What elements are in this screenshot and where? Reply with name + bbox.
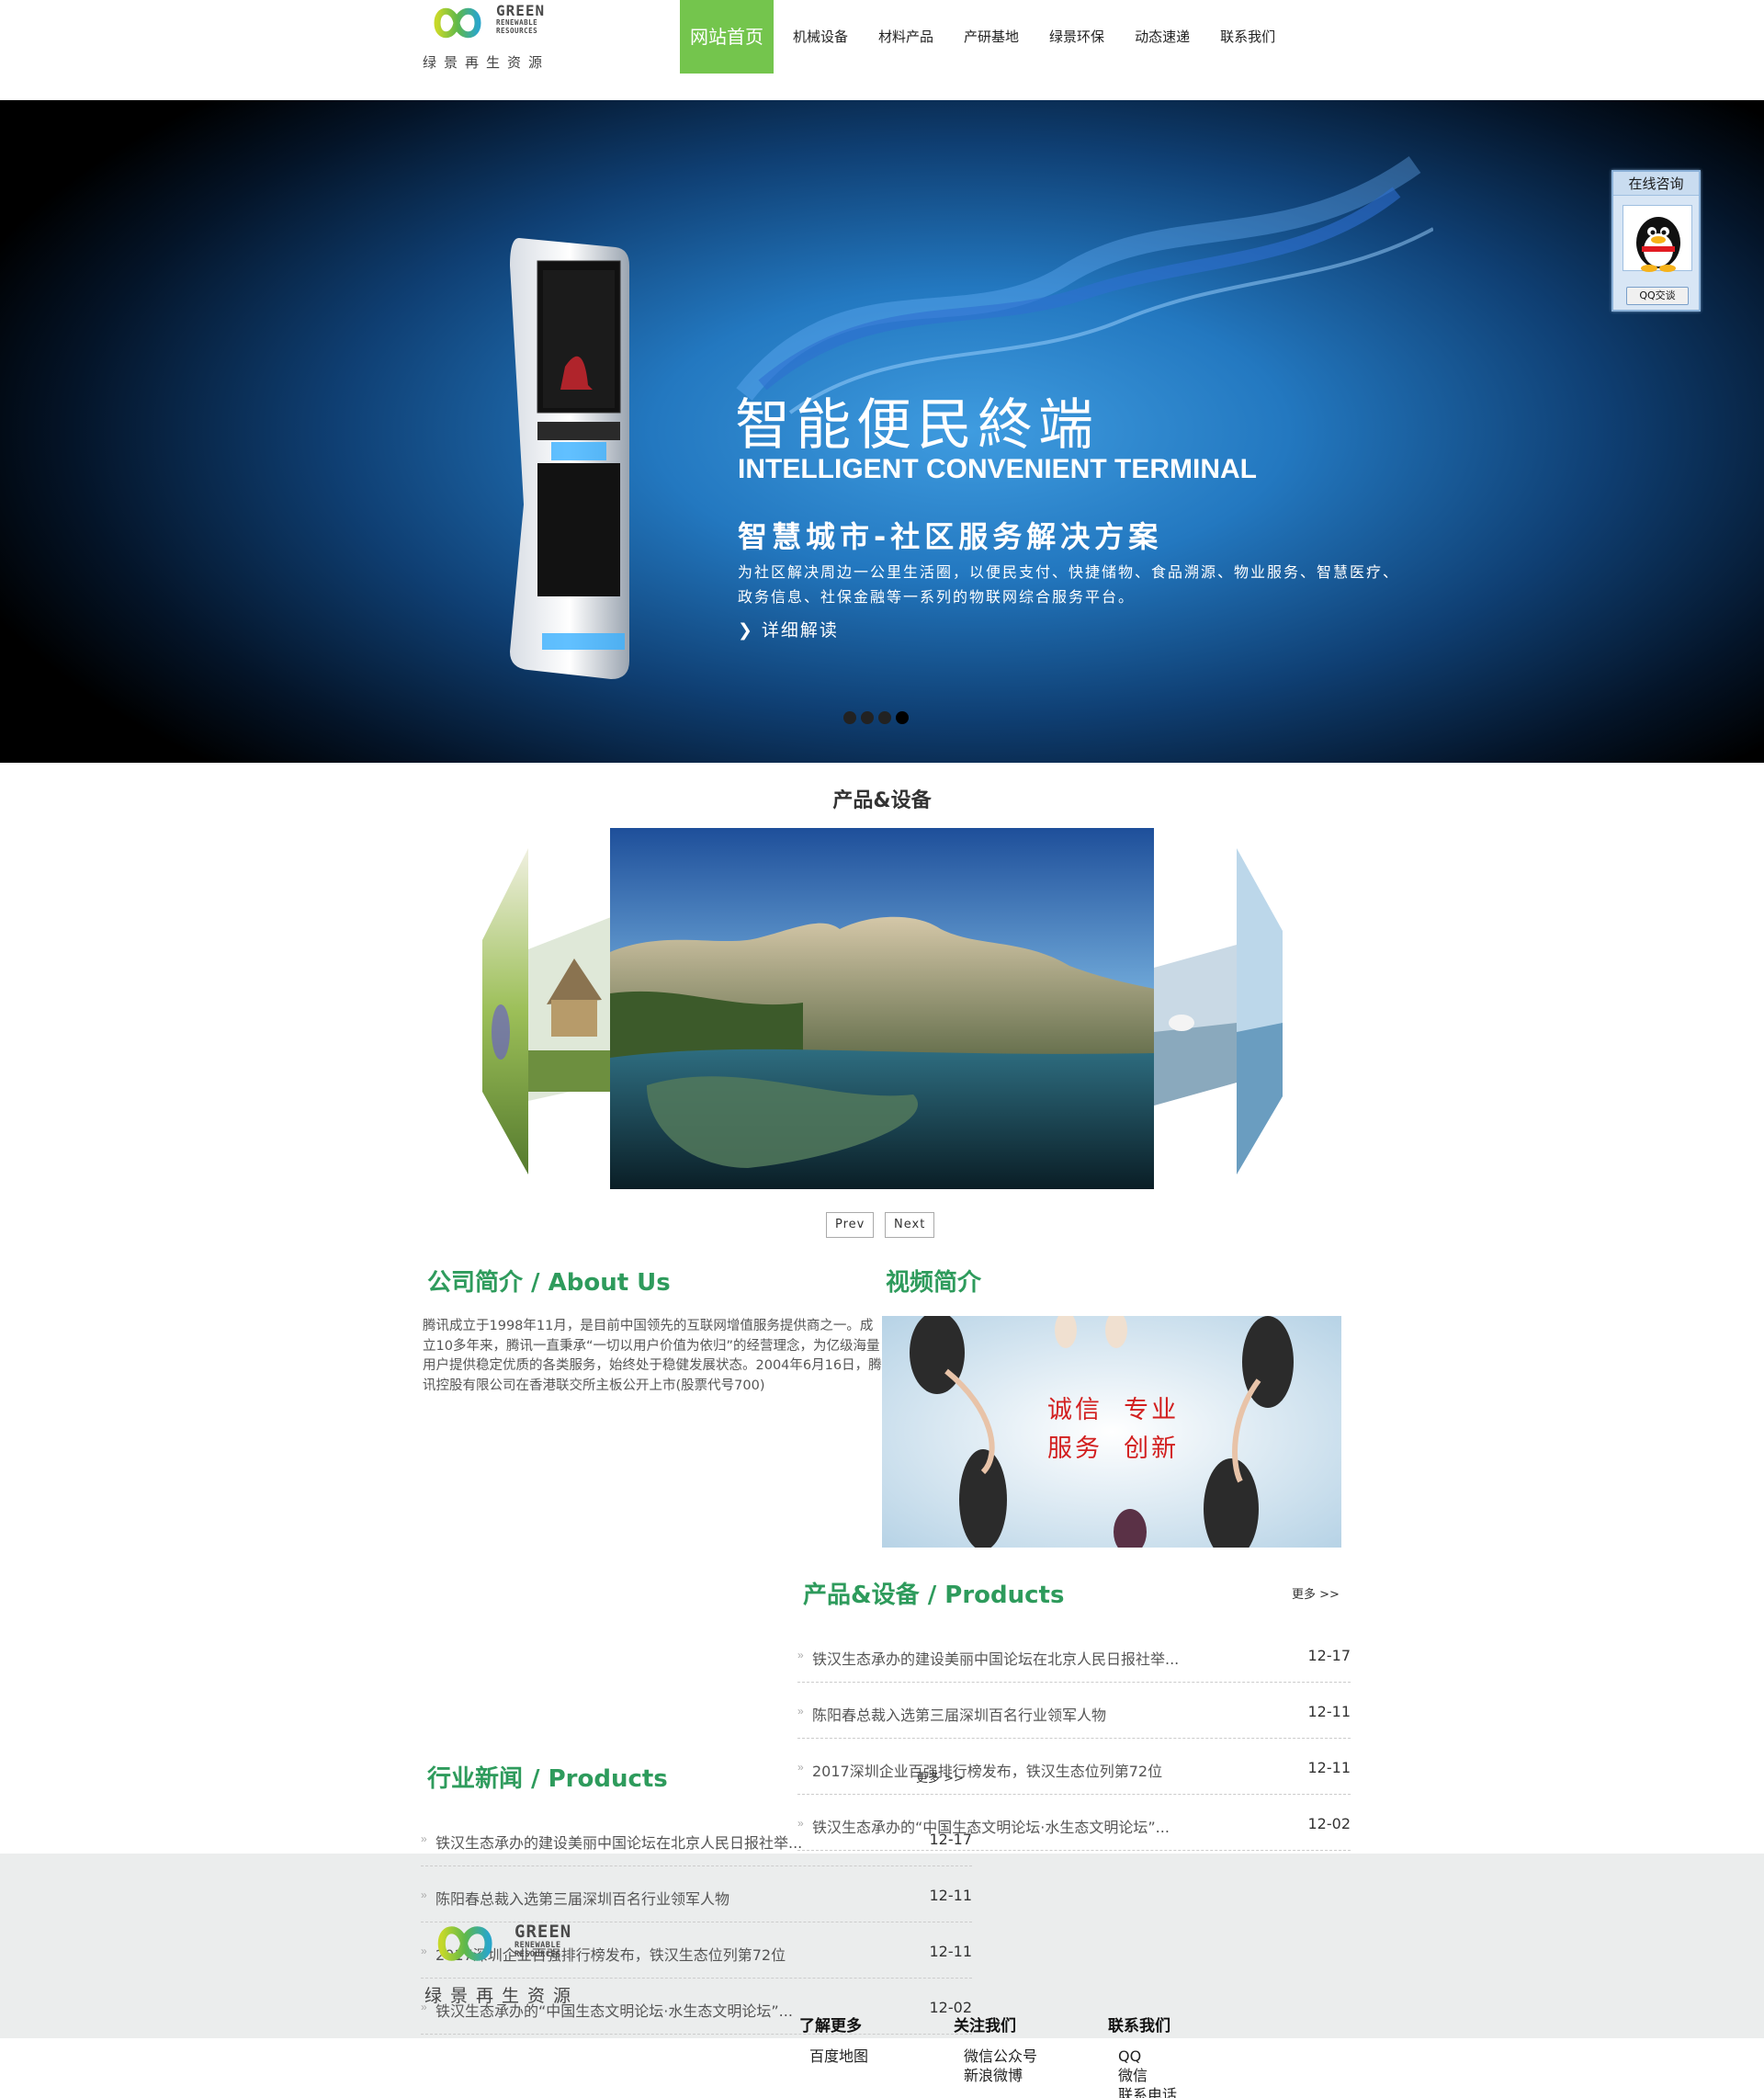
bullet-icon: » bbox=[797, 1649, 804, 1661]
products-more-link[interactable]: 更多 >> bbox=[1292, 1584, 1340, 1602]
news-title[interactable]: 陈阳春总裁入选第三届深圳百名行业领军人物 bbox=[812, 1703, 1106, 1725]
news-date: 12-11 bbox=[929, 1887, 973, 1904]
about-text: 腾讯成立于1998年11月，是目前中国领先的互联网增值服务提供商之一。成立10多… bbox=[423, 1319, 882, 1393]
logo-english-text: GREEN RENEWABLE RESOURCES bbox=[514, 1922, 572, 1959]
logo-english-text: GREEN RENEWABLE RESOURCES bbox=[496, 2, 546, 35]
footer-logo[interactable]: GREEN RENEWABLE RESOURCES 绿景再生资源 bbox=[423, 1916, 579, 2008]
nav-home[interactable]: 网站首页 bbox=[680, 0, 774, 74]
bullet-icon: » bbox=[421, 1832, 427, 1845]
news-date: 12-17 bbox=[929, 1831, 973, 1848]
nav-news[interactable]: 动态速递 bbox=[1124, 0, 1201, 74]
footer-link-wechat[interactable]: 微信 bbox=[1118, 2066, 1246, 2085]
footer-col-title: 联系我们 bbox=[1108, 2017, 1170, 2036]
carousel-prev-button[interactable]: Prev bbox=[826, 1212, 875, 1238]
news-title[interactable]: 2017深圳企业百强排行榜发布，铁汉生态位列第72位 bbox=[812, 1759, 1162, 1781]
nav-rd-base[interactable]: 产研基地 bbox=[953, 0, 1030, 74]
list-item[interactable]: » 铁汉生态承办的建设美丽中国论坛在北京人民日报社举... 12-17 bbox=[421, 1810, 972, 1866]
news-date: 12-11 bbox=[1307, 1703, 1351, 1720]
bullet-icon: » bbox=[421, 1888, 427, 1901]
site-logo[interactable]: GREEN RENEWABLE RESOURCES 绿景再生资源 bbox=[421, 0, 568, 74]
chevron-right-icon: ❯ bbox=[738, 620, 754, 641]
list-item[interactable]: » 陈阳春总裁入选第三届深圳百名行业领军人物 12-11 bbox=[421, 1866, 972, 1922]
news-title[interactable]: 铁汉生态承办的建设美丽中国论坛在北京人民日报社举... bbox=[812, 1647, 1179, 1669]
nav-contact[interactable]: 联系我们 bbox=[1209, 0, 1286, 74]
infinity-logo-icon bbox=[434, 7, 481, 39]
news-date: 12-11 bbox=[1307, 1759, 1351, 1776]
footer-link-qq[interactable]: QQ bbox=[1118, 2047, 1246, 2066]
slider-dot[interactable] bbox=[861, 711, 874, 724]
footer-col-contact: 联系我们 QQ 微信 联系电话 bbox=[1108, 2013, 1246, 2098]
banner-subtitle: 智慧城市-社区服务解决方案 bbox=[738, 519, 1163, 554]
footer-col-follow: 关注我们 微信公众号 新浪微博 bbox=[954, 2013, 1091, 2085]
bullet-icon: » bbox=[797, 1705, 804, 1718]
carousel-main-image[interactable] bbox=[610, 828, 1154, 1189]
banner-description: 为社区解决周边一公里生活圈，以便民支付、快捷储物、食品溯源、物业服务、智慧医疗、… bbox=[738, 563, 1400, 606]
site-header: GREEN RENEWABLE RESOURCES 绿景再生资源 网站首页 机械… bbox=[0, 0, 1764, 100]
banner-more-label: 详细解读 bbox=[761, 620, 839, 641]
carousel-next-button[interactable]: Next bbox=[885, 1212, 935, 1238]
list-item[interactable]: » 2017深圳企业百强排行榜发布，铁汉生态位列第72位 12-11 bbox=[797, 1739, 1351, 1795]
kiosk-terminal-image bbox=[510, 238, 629, 679]
about-title: 公司简介 / About Us bbox=[427, 1269, 671, 1297]
news-title[interactable]: 铁汉生态承办的建设美丽中国论坛在北京人民日报社举... bbox=[435, 1831, 802, 1853]
online-consult-widget: 在线咨询 QQ交谈 bbox=[1611, 170, 1701, 312]
news-date: 12-17 bbox=[1307, 1647, 1351, 1664]
infinity-logo-icon bbox=[437, 1926, 492, 1961]
footer-col-title: 了解更多 bbox=[799, 2017, 862, 2036]
main-nav: 网站首页 机械设备 材料产品 产研基地 绿景环保 动态速递 联系我们 bbox=[680, 0, 1295, 74]
nav-materials[interactable]: 材料产品 bbox=[867, 0, 944, 74]
banner-title-cn: 智能便民終端 bbox=[735, 393, 1099, 458]
footer-link-phone[interactable]: 联系电话 bbox=[1118, 2085, 1246, 2098]
logo-chinese-text: 绿景再生资源 bbox=[423, 54, 550, 71]
industry-more-link[interactable]: 更多 >> bbox=[916, 1768, 964, 1786]
slider-pagination bbox=[843, 711, 909, 724]
video-slogan-2: 服务 创新 bbox=[1047, 1435, 1180, 1463]
banner-more-link[interactable]: ❯ 详细解读 bbox=[738, 617, 839, 641]
nav-eco[interactable]: 绿景环保 bbox=[1038, 0, 1115, 74]
news-date: 12-02 bbox=[1307, 1815, 1351, 1832]
carousel-right-image[interactable] bbox=[1154, 848, 1283, 1174]
industry-news-title: 行业新闻 / Products bbox=[427, 1765, 668, 1793]
footer-col-title: 关注我们 bbox=[954, 2017, 1016, 2036]
nav-machinery[interactable]: 机械设备 bbox=[782, 0, 859, 74]
logo-chinese-text: 绿景再生资源 bbox=[424, 1986, 580, 2006]
bullet-icon: » bbox=[797, 1761, 804, 1774]
news-date: 12-11 bbox=[929, 1943, 973, 1960]
video-thumbnail[interactable]: 诚信 专业 服务 创新 bbox=[882, 1316, 1341, 1548]
video-slogan-1: 诚信 专业 bbox=[1047, 1396, 1180, 1424]
video-title: 视频简介 bbox=[886, 1269, 982, 1297]
qq-widget-title: 在线咨询 bbox=[1613, 172, 1699, 196]
news-title[interactable]: 陈阳春总裁入选第三届深圳百名行业领军人物 bbox=[435, 1887, 729, 1909]
slider-dot[interactable] bbox=[878, 711, 891, 724]
slider-dot-active[interactable] bbox=[896, 711, 909, 724]
products-section-title: 产品&设备 bbox=[832, 789, 932, 812]
carousel-left-image[interactable] bbox=[482, 848, 611, 1174]
hero-banner[interactable]: 智能便民終端 INTELLIGENT CONVENIENT TERMINAL 智… bbox=[0, 100, 1764, 763]
banner-title-en: INTELLIGENT CONVENIENT TERMINAL bbox=[738, 454, 1257, 484]
products-news-title: 产品&设备 / Products bbox=[803, 1582, 1065, 1609]
list-item[interactable]: » 铁汉生态承办的建设美丽中国论坛在北京人民日报社举... 12-17 bbox=[797, 1627, 1351, 1683]
qq-penguin-icon[interactable] bbox=[1623, 205, 1692, 272]
footer-link-weibo[interactable]: 新浪微博 bbox=[964, 2066, 1091, 2085]
footer-col-more: 了解更多 百度地图 bbox=[799, 2013, 937, 2066]
footer-link-baidu-map[interactable]: 百度地图 bbox=[809, 2047, 937, 2066]
list-item[interactable]: » 陈阳春总裁入选第三届深圳百名行业领军人物 12-11 bbox=[797, 1683, 1351, 1739]
footer-link-wechat-account[interactable]: 微信公众号 bbox=[964, 2047, 1091, 2066]
slider-dot[interactable] bbox=[843, 711, 856, 724]
qq-chat-button[interactable]: QQ交谈 bbox=[1626, 287, 1689, 305]
